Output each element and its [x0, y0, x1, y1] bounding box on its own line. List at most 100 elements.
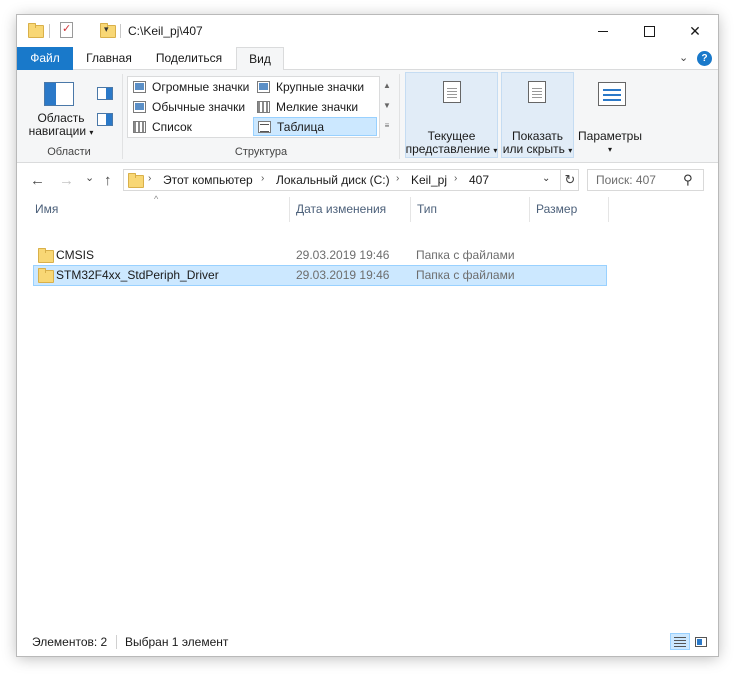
tab-file[interactable]: Файл: [17, 47, 73, 70]
scroll-down-icon[interactable]: ▼: [381, 96, 393, 116]
tab-share[interactable]: Поделиться: [145, 47, 233, 70]
column-type[interactable]: Тип: [411, 197, 529, 222]
details-icon: [258, 121, 271, 133]
layout-medium-icons[interactable]: Обычные значки: [129, 98, 245, 117]
tab-home[interactable]: Главная: [75, 47, 143, 70]
window-title: C:\Keil_pj\407: [128, 24, 203, 38]
file-date: 29.03.2019 19:46: [296, 268, 390, 282]
options-button[interactable]: Параметры ▾: [577, 130, 643, 156]
minimize-button[interactable]: [580, 15, 626, 47]
extra-large-icons-icon: [133, 81, 146, 93]
title-bar: ▾ C:\Keil_pj\407 ✕: [17, 15, 718, 47]
list-icon: [133, 121, 146, 133]
navigation-pane-button[interactable]: Область навигации ▾: [23, 112, 99, 139]
preview-pane-icon[interactable]: [97, 87, 113, 100]
breadcrumb-separator[interactable]: ›: [148, 173, 151, 184]
separator: [120, 24, 121, 38]
chevron-down-icon: ▾: [89, 128, 94, 137]
separator: [49, 24, 50, 38]
explorer-window: ▾ C:\Keil_pj\407 ✕ Файл Главная Поделить…: [17, 15, 718, 656]
layout-item-label: Обычные значки: [152, 100, 246, 114]
recent-locations-icon[interactable]: ⌄: [85, 171, 94, 184]
separator: [399, 74, 400, 159]
details-view-button[interactable]: [670, 633, 690, 650]
navigation-pane-icon: [44, 82, 74, 106]
current-view-label-line2: представление: [405, 142, 491, 156]
column-divider[interactable]: [608, 197, 609, 222]
layout-gallery-scroll[interactable]: ▲ ▼ ≡: [381, 76, 393, 138]
file-name: CMSIS: [56, 248, 95, 262]
back-icon[interactable]: ←: [30, 172, 45, 189]
folder-icon: [128, 173, 144, 188]
layout-large-icons[interactable]: Крупные значки: [253, 78, 364, 97]
separator: [116, 635, 117, 649]
current-view-icon: [443, 81, 461, 103]
address-dropdown-icon[interactable]: ⌄: [542, 173, 550, 184]
layout-gallery: Огромные значки Крупные значки Обычные з…: [127, 76, 380, 138]
breadcrumb-separator[interactable]: ›: [261, 173, 264, 184]
show-hide-label-line2: или скрыть: [502, 142, 565, 156]
folder-icon: [28, 23, 44, 38]
options-label: Параметры: [578, 129, 642, 143]
layout-item-label: Таблица: [277, 120, 325, 134]
chevron-down-icon: ▾: [493, 146, 498, 155]
item-count: Элементов: 2: [32, 635, 108, 649]
large-icons-view-icon: [695, 637, 707, 647]
breadcrumb-this-pc[interactable]: Этот компьютер: [163, 173, 253, 187]
address-bar[interactable]: › Этот компьютер › Локальный диск (C:) ›…: [123, 169, 579, 191]
column-size[interactable]: Размер: [530, 197, 608, 222]
file-type: Папка с файлами: [416, 248, 515, 262]
group-label-panes: Области: [47, 146, 91, 158]
up-icon[interactable]: ↑: [104, 172, 112, 189]
details-pane-icon[interactable]: [97, 113, 113, 126]
column-date-modified[interactable]: Дата изменения: [290, 197, 410, 222]
chevron-down-icon: ▾: [607, 145, 612, 154]
table-row[interactable]: CMSIS 29.03.2019 19:46 Папка с файлами: [33, 245, 607, 266]
layout-small-icons[interactable]: Мелкие значки: [253, 98, 358, 117]
breadcrumb-local-disk[interactable]: Локальный диск (C:): [276, 173, 390, 187]
refresh-icon[interactable]: ↻: [560, 170, 579, 190]
current-view-label: Текущее представление ▾: [405, 130, 498, 157]
show-hide-label: Показать или скрыть ▾: [501, 130, 574, 157]
breadcrumb-separator[interactable]: ›: [396, 173, 399, 184]
details-view-icon: [674, 637, 686, 647]
options-icon: [598, 82, 626, 106]
search-icon[interactable]: ⚲: [683, 172, 693, 188]
group-label-layout: Структура: [234, 146, 288, 158]
ribbon: Область навигации ▾ Области Огромные зна…: [17, 70, 718, 163]
large-icons-icon: [257, 81, 270, 93]
breadcrumb-407[interactable]: 407: [469, 173, 489, 187]
column-name[interactable]: Имя: [29, 197, 289, 222]
maximize-button[interactable]: [626, 15, 672, 47]
customize-quick-access-icon[interactable]: ▾: [104, 24, 109, 35]
large-icons-view-button[interactable]: [691, 633, 711, 650]
show-hide-icon: [528, 81, 546, 103]
layout-details[interactable]: Таблица: [253, 117, 377, 136]
layout-item-label: Список: [152, 120, 192, 134]
file-type: Папка с файлами: [416, 268, 515, 282]
layout-extra-large-icons[interactable]: Огромные значки: [129, 78, 249, 97]
layout-item-label: Крупные значки: [276, 80, 365, 94]
layout-item-label: Мелкие значки: [276, 100, 359, 114]
folder-icon: [38, 268, 54, 283]
forward-icon[interactable]: →: [59, 172, 74, 189]
separator: [122, 74, 123, 159]
breadcrumb-keil-pj[interactable]: Keil_pj: [411, 173, 447, 187]
layout-item-label: Огромные значки: [152, 80, 250, 94]
gallery-more-icon[interactable]: ≡: [381, 116, 393, 136]
selection-count: Выбран 1 элемент: [125, 635, 229, 649]
navigation-bar: ← → ⌄ ↑ › Этот компьютер › Локальный дис…: [17, 165, 718, 197]
table-row[interactable]: STM32F4xx_StdPeriph_Driver 29.03.2019 19…: [33, 265, 607, 286]
scroll-up-icon[interactable]: ▲: [381, 76, 393, 96]
help-icon[interactable]: ?: [697, 51, 712, 66]
chevron-down-icon: ▾: [568, 146, 573, 155]
medium-icons-icon: [133, 101, 146, 113]
properties-icon[interactable]: [60, 22, 73, 38]
layout-list[interactable]: Список: [129, 118, 192, 137]
collapse-ribbon-icon[interactable]: ⌄: [679, 51, 688, 64]
search-box[interactable]: Поиск: 407 ⚲: [587, 169, 704, 191]
small-icons-icon: [257, 101, 270, 113]
close-button[interactable]: ✕: [672, 15, 718, 47]
tab-view[interactable]: Вид: [236, 47, 284, 71]
breadcrumb-separator[interactable]: ›: [454, 173, 457, 184]
